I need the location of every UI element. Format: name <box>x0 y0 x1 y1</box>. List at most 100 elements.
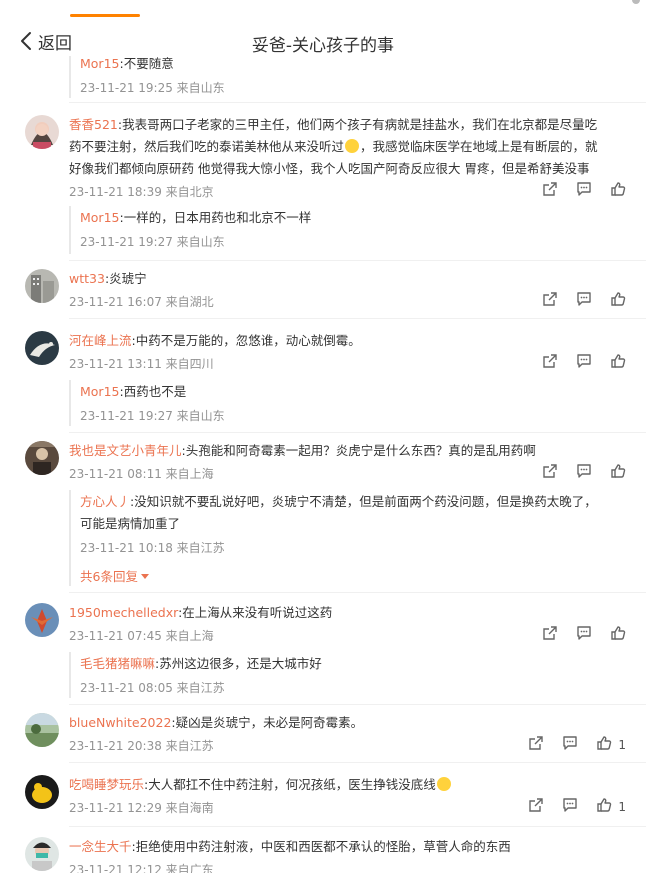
comment-icon <box>576 353 592 373</box>
divider <box>69 260 646 261</box>
comment-icon <box>576 291 592 311</box>
divider <box>69 102 646 103</box>
share-button[interactable] <box>542 625 558 645</box>
comment-icon <box>562 735 578 755</box>
reply-block: Mor15:一样的，日本用药也和北京不一样 23-11-21 19:27 来自山… <box>69 206 626 254</box>
thumbs-up-icon <box>610 181 626 201</box>
comment-button[interactable] <box>576 291 592 311</box>
comment-meta: 23-11-21 08:11 来自上海 <box>69 467 214 481</box>
reply-username[interactable]: Mor15 <box>80 384 119 399</box>
comment-username[interactable]: 我也是文艺小青年儿 <box>69 443 182 458</box>
like-button[interactable] <box>610 181 626 201</box>
reply-meta: 23-11-21 08:05 来自江苏 <box>80 681 225 695</box>
comment-username[interactable]: 一念生大千 <box>69 839 132 854</box>
comment-icon <box>576 625 592 645</box>
comment-actions <box>542 464 626 482</box>
comment-text: wtt33:炎琥宁 <box>69 271 147 286</box>
reply-username[interactable]: Mor15 <box>80 56 119 71</box>
thumbs-up-icon <box>596 797 612 817</box>
like-button[interactable] <box>610 291 626 311</box>
comment-button[interactable] <box>562 797 578 817</box>
like-button[interactable] <box>610 463 626 483</box>
comment-username[interactable]: 1950mechelledxr <box>69 605 178 620</box>
comment-button[interactable] <box>576 181 592 201</box>
reply-meta: 23-11-21 19:27 来自山东 <box>80 409 225 423</box>
thumbs-up-icon <box>610 463 626 483</box>
share-icon <box>542 353 558 373</box>
share-icon <box>528 735 544 755</box>
emoji-icon <box>345 139 360 153</box>
reply-username[interactable]: Mor15 <box>80 210 119 225</box>
comment-button[interactable] <box>576 463 592 483</box>
avatar[interactable] <box>25 115 59 149</box>
comment-icon <box>576 463 592 483</box>
comment-text: 香香521:我表哥两口子老家的三甲主任，他们两个孩子有病就是挂盐水，我们在北京都… <box>69 117 598 176</box>
top-bar: 返回 妥爸-关心孩子的事 <box>0 0 646 64</box>
more-replies-link[interactable]: 共6条回复 <box>80 566 150 585</box>
comment-actions <box>542 354 626 372</box>
avatar[interactable] <box>25 837 59 871</box>
comment-icon <box>562 797 578 817</box>
comment-actions <box>542 292 626 310</box>
share-button[interactable] <box>542 353 558 373</box>
share-button[interactable] <box>542 181 558 201</box>
share-button[interactable] <box>528 735 544 755</box>
reply-username[interactable]: 方心人丿 <box>80 494 130 509</box>
avatar[interactable] <box>25 441 59 475</box>
share-button[interactable] <box>528 797 544 817</box>
comment-text: 1950mechelledxr:在上海从来没有听说过这药 <box>69 605 333 620</box>
reply-text: Mor15:不要随意 <box>80 56 174 71</box>
divider <box>69 432 646 433</box>
comment-meta: 23-11-21 20:38 来自江苏 <box>69 739 214 753</box>
comment-meta: 23-11-21 18:39 来自北京 <box>69 185 214 199</box>
comment-meta: 23-11-21 12:29 来自海南 <box>69 801 214 815</box>
reply-text: 方心人丿:没知识就不要乱说好吧，炎琥宁不清楚，但是前面两个药没问题，但是换药太晚… <box>80 494 597 509</box>
like-button[interactable] <box>610 353 626 373</box>
reply-text: Mor15:西药也不是 <box>80 384 187 399</box>
avatar[interactable] <box>25 269 59 303</box>
divider <box>69 592 646 593</box>
avatar[interactable] <box>25 713 59 747</box>
reply-text: Mor15:一样的，日本用药也和北京不一样 <box>80 210 312 225</box>
like-button[interactable] <box>610 625 626 645</box>
emoji-icon <box>436 777 451 791</box>
comment-meta: 23-11-21 13:11 来自四川 <box>69 357 214 371</box>
comment-feed[interactable]: Mor15:不要随意 23-11-21 19:25 来自山东 香香521:我表哥… <box>0 56 646 873</box>
avatar[interactable] <box>25 331 59 365</box>
comment-username[interactable]: wtt33 <box>69 271 105 286</box>
share-icon <box>542 625 558 645</box>
like-button[interactable]: 1 <box>596 735 626 755</box>
comment-text: 吃喝睡梦玩乐:大人都扛不住中药注射，何况孩纸，医生挣钱没底线 <box>69 774 626 796</box>
thumbs-up-icon <box>610 625 626 645</box>
thumbs-up-icon <box>610 291 626 311</box>
comment-text: 我也是文艺小青年儿:头孢能和阿奇霉素一起用？炎虎宁是什么东西？真的是乱用药啊 <box>69 443 536 458</box>
comment-username[interactable]: 河在峰上流 <box>69 333 132 348</box>
divider <box>69 826 646 827</box>
reply-username[interactable]: 毛毛猪猪嘛嘛 <box>80 656 155 671</box>
tab-indicator <box>70 14 140 17</box>
comment-meta: 23-11-21 12:12 来自广东 <box>69 863 214 873</box>
comment-username[interactable]: 吃喝睡梦玩乐 <box>69 777 144 792</box>
comment-actions <box>542 626 626 644</box>
comment-button[interactable] <box>576 353 592 373</box>
comment-button[interactable] <box>576 625 592 645</box>
comment-username[interactable]: 香香521 <box>69 117 118 132</box>
comment-actions: 1 <box>528 798 626 816</box>
reply-meta: 23-11-21 19:27 来自山东 <box>80 235 225 249</box>
share-button[interactable] <box>542 463 558 483</box>
share-icon <box>542 181 558 201</box>
comment-icon <box>576 181 592 201</box>
like-button[interactable]: 1 <box>596 797 626 817</box>
share-icon <box>528 797 544 817</box>
avatar[interactable] <box>25 603 59 637</box>
share-button[interactable] <box>542 291 558 311</box>
avatar[interactable] <box>25 775 59 809</box>
reply-block: 毛毛猪猪嘛嘛:苏州这边很多，还是大城市好 23-11-21 08:05 来自江苏 <box>69 652 626 698</box>
reply-meta: 23-11-21 19:25 来自山东 <box>80 81 225 95</box>
comment-button[interactable] <box>562 735 578 755</box>
like-count: 1 <box>618 800 626 814</box>
comment-text: blueNwhite2022:疑凶是炎琥宁，未必是阿奇霉素。 <box>69 715 364 730</box>
comment-username[interactable]: blueNwhite2022 <box>69 715 171 730</box>
thumbs-up-icon <box>596 735 612 755</box>
thumbs-up-icon <box>610 353 626 373</box>
